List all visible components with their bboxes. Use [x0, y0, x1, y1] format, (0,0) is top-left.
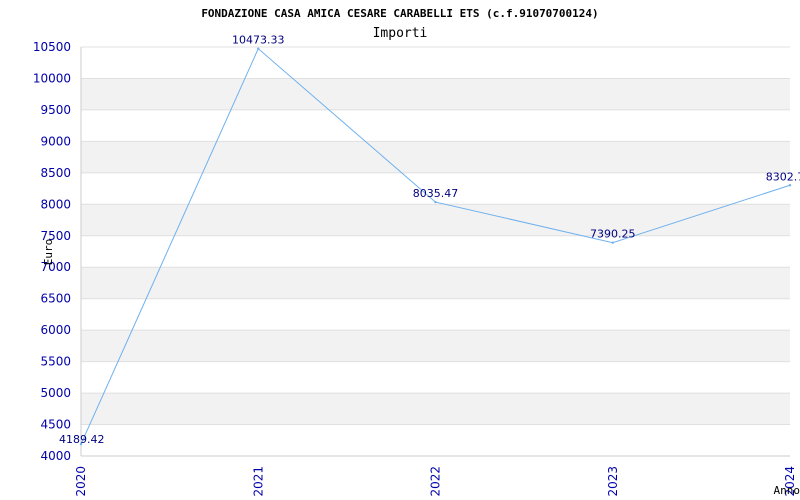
- y-tick-label: 10000: [33, 71, 71, 85]
- grid-band: [81, 78, 790, 110]
- data-label: 8035.47: [413, 187, 459, 200]
- line-chart: 4000450050005500600065007000750080008500…: [33, 7, 800, 497]
- y-tick-label: 5500: [40, 355, 71, 369]
- grid-band: [81, 141, 790, 173]
- data-label: 7390.25: [590, 228, 636, 241]
- y-tick-label: 9000: [40, 134, 71, 148]
- x-tick-label: 2020: [74, 466, 88, 497]
- y-axis-title: Euro: [42, 239, 55, 266]
- y-tick-label: 6500: [40, 292, 71, 306]
- data-label: 4189.42: [59, 433, 105, 446]
- x-tick-label: 2023: [606, 466, 620, 497]
- y-tick-label: 10500: [33, 40, 71, 54]
- x-tick-label: 2021: [251, 466, 265, 497]
- data-point: [257, 47, 260, 50]
- chart-title: FONDAZIONE CASA AMICA CESARE CARABELLI E…: [201, 7, 598, 20]
- grid-band: [81, 393, 790, 425]
- y-tick-label: 8500: [40, 166, 71, 180]
- y-tick-label: 8000: [40, 197, 71, 211]
- grid-band: [81, 330, 790, 362]
- y-tick-label: 9500: [40, 103, 71, 117]
- data-label: 10473.33: [232, 34, 285, 47]
- y-tick-label: 4500: [40, 418, 71, 432]
- data-point: [611, 241, 614, 244]
- y-tick-label: 6000: [40, 323, 71, 337]
- x-axis-ticks: 2020 2021 2022 2023 2024: [74, 466, 797, 497]
- data-label: 8302.7: [766, 170, 800, 183]
- x-tick-label: 2022: [429, 466, 443, 497]
- data-point: [788, 184, 792, 187]
- y-tick-label: 4000: [40, 449, 71, 463]
- x-axis-title: Anno: [774, 484, 800, 497]
- y-tick-label: 5000: [40, 386, 71, 400]
- data-point: [434, 200, 437, 204]
- grid-band: [81, 267, 790, 299]
- grid-bands: [81, 78, 790, 425]
- chart-subtitle: Importi: [373, 26, 428, 41]
